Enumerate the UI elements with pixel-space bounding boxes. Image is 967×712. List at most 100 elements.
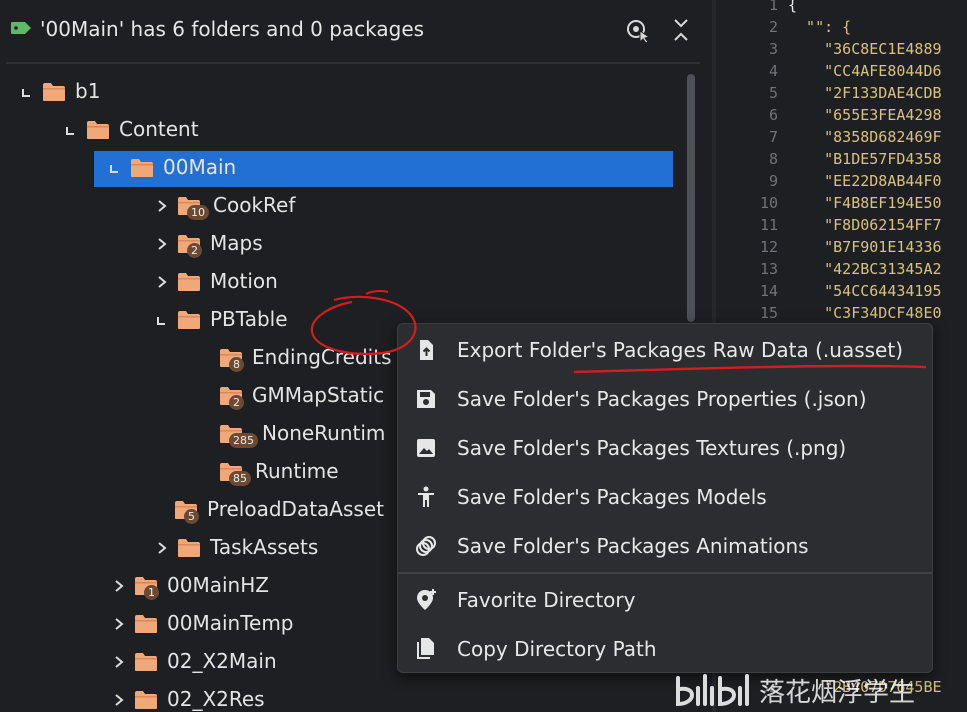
chevron-right-icon[interactable] bbox=[112, 693, 126, 707]
code-line: 4 "CC4AFE8044D6 bbox=[720, 62, 967, 84]
package-count-badge: 5 bbox=[184, 509, 199, 524]
tree-node-label: NoneRuntim bbox=[262, 421, 386, 445]
save-icon bbox=[417, 390, 435, 408]
code-line: 2 "": { bbox=[720, 18, 967, 40]
chevron-right-icon[interactable] bbox=[112, 617, 126, 631]
tree-node-maps[interactable]: 2 Maps bbox=[0, 226, 700, 262]
code-line: 9 "EE22D8AB44F0 bbox=[720, 172, 967, 194]
status-text: '00Main' has 6 folders and 0 packages bbox=[40, 17, 425, 41]
package-count-badge: 85 bbox=[229, 471, 251, 486]
chevron-right-icon[interactable] bbox=[112, 655, 126, 669]
line-number: 7 bbox=[768, 128, 778, 146]
menu-separator bbox=[398, 572, 932, 574]
tree-node-label: Runtime bbox=[255, 459, 339, 483]
tree-node-label: Motion bbox=[210, 269, 278, 293]
code-text: "36C8EC1E4889 bbox=[788, 40, 942, 58]
expanded-caret-icon[interactable] bbox=[20, 85, 34, 99]
person-model-icon bbox=[418, 486, 434, 507]
code-text: "B1DE57FD4358 bbox=[788, 150, 942, 168]
package-count-badge: 285 bbox=[229, 433, 258, 448]
code-text: "EE22D8AB44F0 bbox=[788, 172, 942, 190]
code-line: 6 "655E3FEA4298 bbox=[720, 106, 967, 128]
chevron-right-icon[interactable] bbox=[112, 579, 126, 593]
tree-node-label: 02_X2Main bbox=[167, 649, 277, 673]
folder-icon bbox=[87, 121, 109, 139]
tree-scrollbar[interactable] bbox=[687, 74, 695, 322]
tree-node-label: CookRef bbox=[213, 193, 296, 217]
code-line: 14 "54CC64434195 bbox=[720, 282, 967, 304]
menu-label: Copy Directory Path bbox=[457, 637, 657, 661]
code-line: 1{ bbox=[720, 0, 967, 18]
folder-icon bbox=[178, 273, 200, 291]
line-number: 5 bbox=[768, 84, 778, 102]
package-count-badge: 8 bbox=[229, 357, 244, 372]
line-number: 9 bbox=[768, 172, 778, 190]
code-line: 5 "2F133DAE4CDB bbox=[720, 84, 967, 106]
tree-node-02-x2res[interactable]: 02_X2Res bbox=[0, 682, 700, 712]
line-number: 4 bbox=[768, 62, 778, 80]
tree-node-label: TaskAssets bbox=[210, 535, 319, 559]
tree-node-label: GMMapStatic bbox=[252, 383, 385, 407]
tree-node-label: Maps bbox=[210, 231, 263, 255]
locate-icon[interactable] bbox=[624, 17, 652, 43]
code-line: 12 "B7F901E14336 bbox=[720, 238, 967, 260]
menu-save-models[interactable]: Save Folder's Packages Models bbox=[398, 473, 932, 521]
package-count-badge: 10 bbox=[187, 205, 209, 220]
code-line: 3 "36C8EC1E4889 bbox=[720, 40, 967, 62]
line-number: 11 bbox=[759, 216, 778, 234]
code-text: "B7F901E14336 bbox=[788, 238, 942, 256]
code-text: "F4B8EF194E50 bbox=[788, 194, 942, 212]
code-text: "2F133DAE4CDB bbox=[788, 84, 942, 102]
expanded-caret-icon[interactable] bbox=[108, 161, 122, 175]
chevron-right-icon[interactable] bbox=[155, 541, 169, 555]
line-number: 1 bbox=[768, 0, 778, 14]
menu-save-properties[interactable]: Save Folder's Packages Properties (.json… bbox=[398, 375, 932, 423]
file-export-icon bbox=[420, 340, 433, 360]
chevron-right-icon[interactable] bbox=[155, 275, 169, 289]
folder-icon bbox=[131, 159, 153, 177]
tree-node-label: EndingCredits bbox=[252, 345, 392, 369]
tree-node-cookref[interactable]: 10 CookRef bbox=[0, 188, 700, 224]
package-count-badge: 2 bbox=[229, 395, 244, 410]
tree-node-00main[interactable]: 00Main bbox=[0, 150, 700, 187]
code-text: "655E3FEA4298 bbox=[788, 106, 942, 124]
code-text: "422BC31345A2 bbox=[788, 260, 942, 278]
code-text: "": { bbox=[788, 18, 852, 36]
line-number: 2 bbox=[768, 18, 778, 36]
menu-favorite-directory[interactable]: Favorite Directory bbox=[398, 576, 932, 624]
code-text: "F8D062154FF7 bbox=[788, 216, 942, 234]
menu-label: Save Folder's Packages Properties (.json… bbox=[457, 387, 867, 411]
code-line: 7 "8358D682469F bbox=[720, 128, 967, 150]
line-number: 6 bbox=[768, 106, 778, 124]
menu-copy-directory-path[interactable]: Copy Directory Path bbox=[398, 625, 932, 673]
menu-save-animations[interactable]: Save Folder's Packages Animations bbox=[398, 522, 932, 570]
tree-node-motion[interactable]: Motion bbox=[0, 264, 700, 300]
bilibili-watermark: 落花烟浮学生 bbox=[672, 668, 967, 712]
tree-node-label: 02_X2Res bbox=[167, 687, 265, 711]
code-text: "8358D682469F bbox=[788, 128, 942, 146]
chevron-right-icon[interactable] bbox=[155, 199, 169, 213]
line-number: 15 bbox=[759, 304, 778, 322]
tag-icon bbox=[11, 22, 31, 34]
watermark-text: 落花烟浮学生 bbox=[759, 678, 916, 708]
folder-icon bbox=[43, 83, 65, 101]
tree-node-b1[interactable]: b1 bbox=[0, 74, 700, 110]
expanded-caret-icon[interactable] bbox=[155, 313, 169, 327]
animation-rings-icon bbox=[416, 536, 436, 556]
expanded-caret-icon[interactable] bbox=[64, 123, 78, 137]
code-line: 8 "B1DE57FD4358 bbox=[720, 150, 967, 172]
code-text: { bbox=[788, 0, 798, 14]
line-number: 3 bbox=[768, 40, 778, 58]
folder-icon bbox=[135, 615, 157, 633]
collapse-all-icon[interactable] bbox=[670, 17, 692, 43]
menu-export-raw-data[interactable]: Export Folder's Packages Raw Data (.uass… bbox=[398, 326, 932, 374]
line-number: 14 bbox=[759, 282, 778, 300]
tree-node-label: 00Main bbox=[163, 155, 237, 179]
menu-save-textures[interactable]: Save Folder's Packages Textures (.png) bbox=[398, 424, 932, 472]
line-number: 10 bbox=[759, 194, 778, 212]
line-number: 8 bbox=[768, 150, 778, 168]
chevron-right-icon[interactable] bbox=[155, 237, 169, 251]
bilibili-logo bbox=[676, 674, 749, 707]
copy-icon bbox=[417, 638, 434, 659]
tree-node-content[interactable]: Content bbox=[0, 112, 700, 148]
